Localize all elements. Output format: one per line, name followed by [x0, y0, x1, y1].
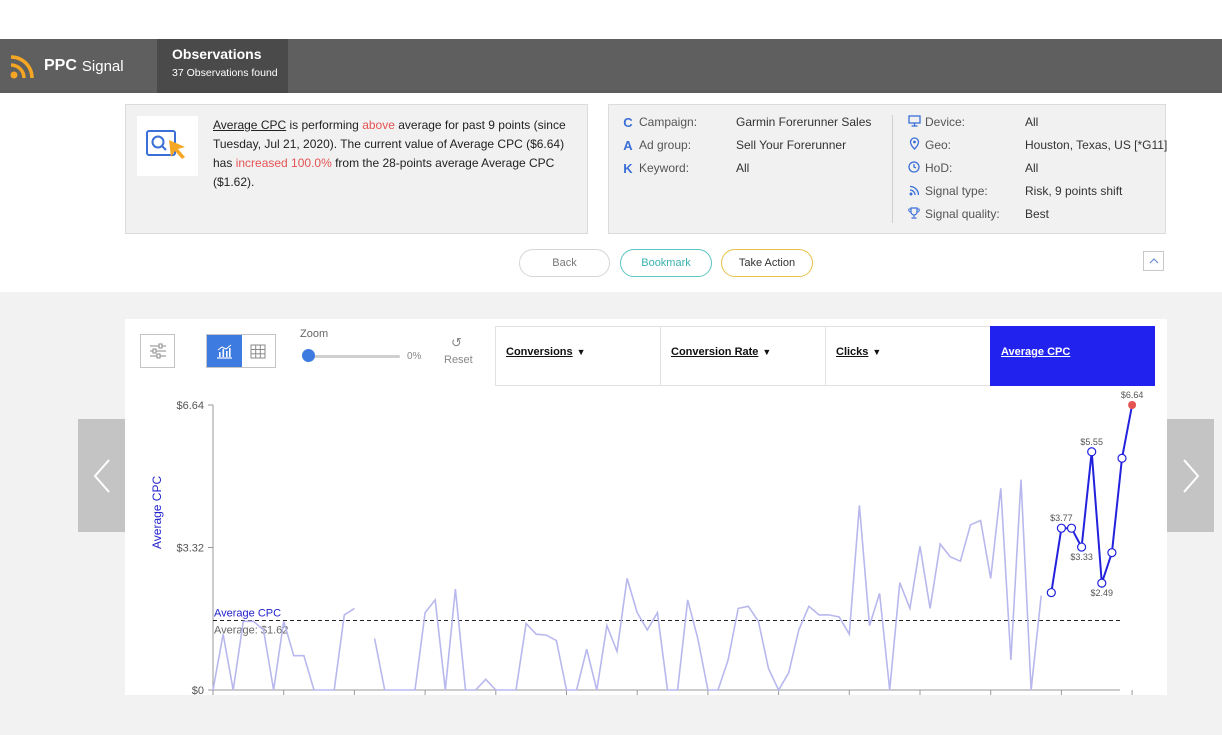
signal-point [1087, 447, 1097, 457]
signal-data-label: $3.77 [1050, 513, 1073, 523]
metric-link[interactable]: Average CPC [213, 118, 286, 132]
trophy-icon [907, 206, 921, 222]
average-cpc-chart: $6.64 $3.32 $0 Average CPC Average: $1.62 $3.… [176, 390, 1144, 695]
signal-type-value: Risk, 9 points shift [1025, 184, 1123, 198]
keyword-label: Keyword: [639, 161, 690, 175]
tab-title: Observations [172, 46, 262, 62]
brand-logo[interactable]: PPC Signal [10, 52, 124, 80]
signal-quality-value: Best [1025, 207, 1050, 221]
keyword-value: All [736, 161, 750, 175]
take-action-button[interactable]: Take Action [721, 249, 813, 277]
adgroup-value: Sell Your Forerunner [736, 138, 847, 152]
brand-bold: PPC [44, 57, 77, 74]
device-label: Device: [925, 115, 966, 129]
map-pin-icon [907, 137, 921, 153]
device-value: All [1025, 115, 1039, 129]
keyword-icon: K [623, 160, 633, 176]
signal-data-label: $5.55 [1080, 437, 1103, 447]
average-line-label: Average CPC [214, 607, 281, 619]
monitor-icon [907, 114, 921, 130]
brand-rest: Signal [81, 57, 124, 75]
clock-icon [907, 160, 921, 176]
chevron-left-icon [93, 458, 110, 493]
signal-icon [907, 184, 921, 199]
meta-geo: Geo: Houston, Texas, US [*G11] [907, 136, 1167, 154]
signal-data-label: $6.64 [1121, 390, 1144, 400]
adgroup-icon: A [623, 137, 633, 153]
next-observation-button[interactable] [1167, 419, 1214, 532]
signal-type-label: Signal type: [925, 184, 988, 198]
observation-icon [137, 116, 198, 176]
previous-observation-button[interactable] [78, 419, 125, 532]
campaign-label: Campaign: [639, 115, 698, 129]
signal-point [1046, 587, 1056, 598]
chart-card: Zoom 0% ↺ Reset Conversions ▼ Conversion … [125, 319, 1167, 695]
signal-quality-label: Signal quality: [925, 207, 1000, 221]
meta-hod: HoD: All [907, 159, 1038, 177]
campaign-value: Garmin Forerunner Sales [736, 115, 872, 129]
signal-point [1128, 401, 1137, 409]
average-value-label: Average: $1.62 [214, 624, 288, 636]
geo-label: Geo: [925, 138, 952, 152]
collapse-button[interactable] [1143, 251, 1164, 271]
bookmark-button[interactable]: Bookmark [620, 249, 712, 277]
top-header: PPC Signal Observations 37 Observations … [0, 39, 1222, 93]
rss-icon [10, 55, 34, 79]
desc-text-1: is performing [286, 118, 363, 132]
signal-point [1117, 453, 1127, 463]
signal-series-line [1050, 404, 1134, 593]
campaign-icon: C [623, 114, 633, 130]
history-series-line [212, 479, 1042, 692]
chevron-up-icon [1149, 258, 1158, 264]
y-axis-label: Average CPC [150, 475, 164, 549]
observations-count: 37 Observations found [172, 67, 278, 79]
signal-data-label: $2.49 [1091, 588, 1114, 598]
signal-point [1056, 523, 1067, 533]
geo-value: Houston, Texas, US [*G11] [1025, 138, 1168, 152]
meta-device: Device: All [907, 113, 1038, 131]
y-tick-label: $6.64 [176, 400, 204, 412]
search-cursor-icon [146, 130, 185, 159]
hod-value: All [1025, 161, 1039, 175]
hod-label: HoD: [925, 161, 953, 175]
meta-divider [892, 115, 893, 223]
meta-campaign: C Campaign: Garmin Forerunner Sales [621, 113, 871, 131]
meta-signal-quality: Signal quality: Best [907, 205, 1049, 223]
signal-point [1107, 548, 1117, 558]
observation-meta-card: C Campaign: Garmin Forerunner Sales A Ad… [608, 104, 1167, 234]
signal-point [1097, 578, 1107, 588]
page: PPC Signal Observations 37 Observations … [0, 0, 1222, 735]
back-button[interactable]: Back [519, 249, 610, 277]
tab-observations[interactable]: Observations 37 Observations found [157, 39, 288, 93]
adgroup-label: Ad group: [639, 138, 692, 152]
meta-keyword: K Keyword: All [621, 159, 749, 177]
change-text: increased 100.0% [235, 156, 332, 170]
observation-summary-card: Average CPC is performing above average … [125, 104, 588, 234]
observation-description: Average CPC is performing above average … [213, 116, 578, 192]
y-tick-label: $0 [192, 685, 204, 695]
signal-point [1066, 523, 1077, 533]
chart-area: Zoom 0% ↺ Reset Conversions ▼ Conversion … [0, 292, 1222, 735]
direction-text: above [362, 118, 395, 132]
meta-adgroup: A Ad group: Sell Your Forerunner [621, 136, 846, 154]
observation-panel: Average CPC is performing above average … [0, 93, 1222, 292]
signal-data-label: $3.33 [1070, 552, 1093, 562]
y-tick-label: $3.32 [176, 543, 204, 555]
signal-point [1076, 542, 1087, 552]
chevron-right-icon [1182, 458, 1199, 493]
meta-signal-type: Signal type: Risk, 9 points shift [907, 182, 1122, 200]
